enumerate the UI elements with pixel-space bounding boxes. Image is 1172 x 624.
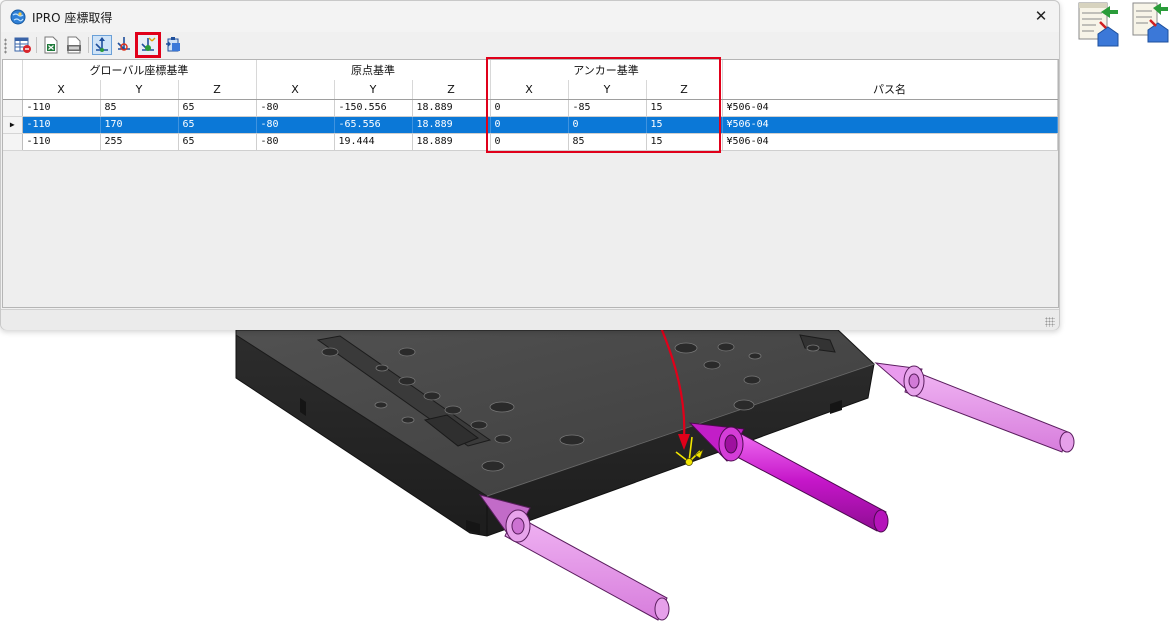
anchor-coord-button[interactable] (135, 32, 161, 58)
column-header-cell[interactable]: Y (568, 80, 647, 100)
table-cell[interactable]: ¥506-04 (722, 99, 1058, 117)
close-icon: ✕ (1034, 7, 1048, 25)
toolbar-grip[interactable] (4, 38, 7, 54)
table-cell[interactable]: 0 (490, 116, 569, 134)
table-cell[interactable]: -80 (256, 116, 335, 134)
approach-arrow-right (874, 362, 1075, 453)
global-coord-icon (95, 37, 108, 52)
table-cell[interactable]: 19.444 (334, 133, 413, 151)
table-cell[interactable]: -80 (256, 99, 335, 117)
title-bar[interactable]: IPRO 座標取得 ✕ (1, 1, 1059, 32)
table-cell[interactable]: 0 (490, 133, 569, 151)
table-row[interactable]: -110 255 65 -80 19.444 18.889 0 85 15 ¥506-04 (3, 133, 1058, 151)
copy-clipboard-icon (166, 37, 180, 52)
export-excel-icon (44, 36, 58, 54)
screen: IPRO 座標取得 ✕ グローバル座標基準 原点基準 アンカー基準 X Y Z … (0, 0, 1172, 624)
row-header[interactable]: ▶ (3, 116, 23, 134)
table-cell[interactable]: -110 (22, 133, 101, 151)
anchor-coord-icon (141, 37, 156, 51)
column-header-cell[interactable]: Z (412, 80, 491, 100)
coordinate-grid[interactable]: グローバル座標基準 原点基準 アンカー基準 X Y Z X Y Z X Y Z パス名 -110 85 6… (2, 59, 1059, 308)
table-cell[interactable]: 170 (100, 116, 179, 134)
table-cell[interactable]: -80 (256, 133, 335, 151)
table-cell[interactable]: 15 (646, 116, 723, 134)
window-title: IPRO 座標取得 (32, 11, 113, 25)
column-header-cell[interactable]: Z (646, 80, 723, 100)
column-header-cell[interactable]: パス名 (722, 80, 1058, 100)
column-header-cell[interactable]: X (256, 80, 335, 100)
approach-arrow-left (478, 494, 670, 621)
table-cell[interactable]: 0 (568, 116, 647, 134)
row-header[interactable] (3, 99, 23, 117)
table-settings-button[interactable] (13, 35, 33, 55)
table-cell[interactable]: -110 (22, 99, 101, 117)
table-cell[interactable]: 85 (568, 133, 647, 151)
table-row[interactable]: -110 85 65 -80 -150.556 18.889 0 -85 15 ¥506-04 (3, 99, 1058, 117)
copy-clipboard-button[interactable] (164, 35, 184, 55)
table-cell[interactable]: 18.889 (412, 116, 491, 134)
toolbar (1, 32, 1059, 58)
column-header-cell[interactable]: X (490, 80, 569, 100)
table-cell[interactable]: -65.556 (334, 116, 413, 134)
export-csv-icon (67, 36, 81, 54)
column-group-label: グローバル座標基準 (22, 60, 257, 80)
table-cell[interactable]: 65 (178, 133, 257, 151)
table-cell[interactable]: 15 (646, 99, 723, 117)
close-button[interactable]: ✕ (1029, 4, 1053, 28)
app-globe-icon (10, 9, 26, 25)
column-header-cell[interactable]: Y (334, 80, 413, 100)
status-bar (1, 309, 1059, 330)
origin-coord-button[interactable] (115, 35, 135, 55)
coord-export-app-icon[interactable] (1126, 0, 1172, 50)
table-cell[interactable]: 18.889 (412, 133, 491, 151)
origin-coord-icon (117, 37, 130, 51)
table-cell[interactable]: ¥506-04 (722, 116, 1058, 134)
table-cell[interactable]: 65 (178, 116, 257, 134)
selected-approach-arrow (688, 422, 889, 533)
table-cell[interactable]: -85 (568, 99, 647, 117)
coordinate-window: IPRO 座標取得 ✕ グローバル座標基準 原点基準 アンカー基準 X Y Z … (0, 0, 1060, 330)
table-cell[interactable]: 18.889 (412, 99, 491, 117)
column-header: X Y Z X Y Z X Y Z パス名 (3, 80, 1058, 100)
table-cell[interactable]: 15 (646, 133, 723, 151)
table-cell[interactable]: -110 (22, 116, 101, 134)
column-header-cell[interactable]: Y (100, 80, 179, 100)
table-cell[interactable]: 65 (178, 99, 257, 117)
column-group-header: グローバル座標基準 原点基準 アンカー基準 (3, 60, 1058, 80)
resize-grip-icon[interactable] (1045, 317, 1055, 327)
export-excel-button[interactable] (41, 35, 61, 55)
global-coord-button[interactable] (92, 35, 112, 55)
table-cell[interactable]: 0 (490, 99, 569, 117)
coord-table-app-icon[interactable] (1074, 0, 1120, 50)
column-group-label: アンカー基準 (490, 60, 723, 80)
column-group-label: 原点基準 (256, 60, 491, 80)
table-cell[interactable]: 255 (100, 133, 179, 151)
table-cell[interactable]: -150.556 (334, 99, 413, 117)
column-header-cell[interactable]: X (22, 80, 101, 100)
table-settings-icon (14, 37, 31, 53)
table-cell[interactable]: ¥506-04 (722, 133, 1058, 151)
row-header[interactable] (3, 133, 23, 151)
export-csv-button[interactable] (64, 35, 84, 55)
table-cell[interactable]: 85 (100, 99, 179, 117)
column-header-cell[interactable]: Z (178, 80, 257, 100)
column-group-label (722, 60, 1058, 80)
table-row[interactable]: ▶ -110 170 65 -80 -65.556 18.889 0 0 15 ¥506-04 (3, 116, 1058, 134)
